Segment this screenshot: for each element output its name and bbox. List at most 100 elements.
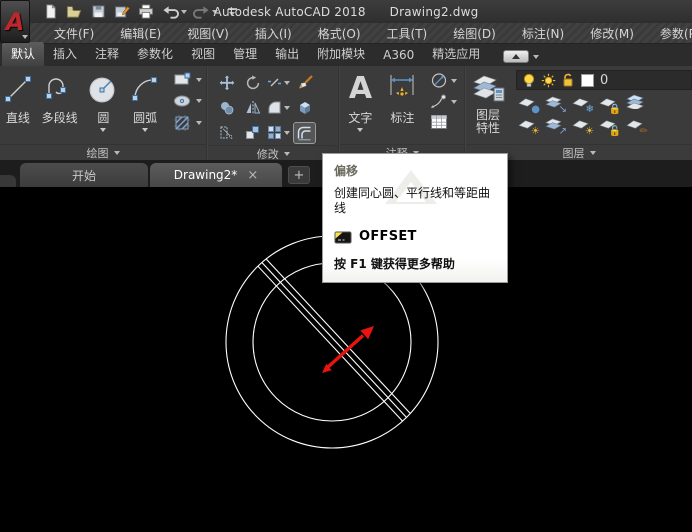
menu-edit[interactable]: 编辑(E) [114, 23, 167, 44]
dimension-icon [386, 71, 418, 107]
redo-button[interactable] [191, 2, 211, 22]
menu-insert[interactable]: 插入(I) [249, 23, 298, 44]
customize-qat-button[interactable] [222, 2, 242, 22]
tab-drawing2[interactable]: Drawing2* × [150, 163, 282, 187]
text-button[interactable]: A 文字 [340, 69, 380, 132]
mirror-button[interactable] [243, 98, 263, 117]
layer-lock-button[interactable]: 🔒 [599, 94, 621, 115]
trim-button[interactable] [265, 73, 292, 92]
rectangle-button[interactable] [171, 71, 204, 89]
layer-off-badge-icon: ● [531, 104, 541, 115]
undo-dropdown-icon[interactable] [181, 9, 187, 14]
ribbon-tab-featured-apps[interactable]: 精选应用 [423, 42, 489, 66]
modify-panel-label[interactable]: 修改 [207, 145, 339, 161]
arc-button[interactable]: 圆弧 [123, 69, 167, 132]
draw-panel-label[interactable]: 绘图 [0, 144, 206, 160]
move-button[interactable] [217, 73, 237, 93]
fillet-dropdown-icon[interactable] [284, 105, 291, 110]
trim-dropdown-icon[interactable] [284, 80, 291, 85]
plot-button[interactable] [136, 2, 156, 22]
undo-split-button[interactable] [160, 2, 187, 22]
layer-turn-on-button[interactable]: ☀ [518, 116, 540, 137]
layer-merge-button[interactable]: ✏ [626, 116, 648, 137]
layer-properties-button[interactable]: 图层 特性 [466, 69, 510, 134]
layer-freeze-button[interactable]: ❄ [572, 94, 594, 115]
leader-dropdown-icon[interactable] [451, 99, 458, 104]
layer-on-bulb-icon [523, 73, 535, 87]
circle-button[interactable]: 圆 [84, 69, 124, 132]
ribbon-tab-parametric[interactable]: 参数化 [128, 42, 182, 66]
rotate-button[interactable] [243, 73, 263, 93]
polyline-button[interactable]: 多段线 [36, 69, 84, 126]
stretch-button[interactable] [217, 123, 236, 142]
tab-start[interactable]: 开始 [20, 163, 148, 187]
ribbon-tab-home[interactable]: 默认 [2, 42, 45, 66]
array-dropdown-icon[interactable] [284, 130, 291, 135]
fillet-button[interactable] [265, 98, 292, 117]
table-button[interactable] [428, 113, 459, 131]
tab-overflow-stub[interactable] [0, 175, 16, 187]
layer-off-button[interactable]: ● [518, 94, 541, 115]
ribbon-tab-annotate[interactable]: 注释 [86, 42, 128, 66]
explode-button[interactable] [295, 98, 315, 118]
table-icon [431, 115, 448, 129]
redo-split-button[interactable] [191, 2, 218, 22]
menu-format[interactable]: 格式(O) [312, 23, 367, 44]
menu-parametric[interactable]: 参数(P) [654, 23, 692, 44]
save-button[interactable] [88, 2, 108, 22]
rectangle-dropdown-icon[interactable] [196, 78, 202, 82]
text-dropdown-icon[interactable] [357, 128, 364, 132]
new-file-button[interactable] [40, 2, 60, 22]
ribbon-tab-manage[interactable]: 管理 [224, 42, 266, 66]
layer-match-button[interactable]: ↗ [545, 116, 567, 137]
menu-draw[interactable]: 绘图(D) [447, 23, 502, 44]
hatch-dropdown-icon[interactable] [196, 121, 202, 125]
leader-button[interactable] [428, 93, 459, 110]
open-file-button[interactable] [64, 2, 84, 22]
dimension-button[interactable]: 标注 [380, 69, 424, 126]
ribbon-tab-view[interactable]: 视图 [182, 42, 224, 66]
diameter-dim-dropdown-icon[interactable] [451, 78, 458, 83]
tab-close-icon[interactable]: × [247, 169, 258, 182]
menu-dimension[interactable]: 标注(N) [516, 23, 570, 44]
new-drawing-plus-icon: + [293, 167, 305, 183]
dimension-button-label: 标注 [390, 111, 415, 125]
diameter-dim-button[interactable] [428, 71, 459, 90]
offset-button[interactable] [293, 121, 317, 144]
layer-unlock-button[interactable]: 🔓 [599, 116, 621, 137]
diameter-dim-icon [432, 73, 447, 88]
layer-isolate-button[interactable]: ↘ [545, 94, 567, 115]
undo-button[interactable] [160, 2, 180, 22]
document-title-text: Drawing2.dwg [389, 4, 479, 19]
ribbon-tab-a360[interactable]: A360 [374, 45, 423, 66]
save-as-button[interactable] [112, 2, 132, 22]
layer-thaw-button[interactable]: ☀ [572, 116, 595, 137]
draw-panel-expand-icon [113, 150, 120, 155]
redo-dropdown-icon[interactable] [212, 9, 218, 14]
ellipse-button[interactable] [171, 92, 204, 110]
hatch-button[interactable] [171, 113, 204, 133]
ribbon-collapse-dropdown-icon[interactable] [533, 54, 540, 59]
menu-view[interactable]: 视图(V) [181, 23, 235, 44]
line-button[interactable]: 直线 [0, 69, 36, 126]
copy-button[interactable] [217, 98, 237, 118]
layer-make-current-button[interactable] [626, 94, 646, 112]
ribbon-tab-insert[interactable]: 插入 [44, 42, 86, 66]
layer-thaw-badge-icon: ☀ [585, 126, 595, 137]
menu-tools[interactable]: 工具(T) [381, 23, 434, 44]
menu-file[interactable]: 文件(F) [48, 23, 100, 44]
layers-panel-expand-icon [589, 150, 596, 155]
match-properties-button[interactable] [295, 73, 315, 93]
ellipse-dropdown-icon[interactable] [196, 99, 202, 103]
array-button[interactable] [265, 123, 292, 142]
layer-select-combo[interactable]: 0 [516, 70, 692, 90]
menu-modify[interactable]: 修改(M) [584, 23, 640, 44]
ribbon-collapse-button[interactable] [503, 50, 530, 63]
circle-dropdown-icon[interactable] [100, 128, 107, 132]
application-menu-button[interactable]: A [0, 0, 30, 43]
arc-dropdown-icon[interactable] [142, 128, 149, 132]
ribbon-tab-output[interactable]: 输出 [266, 42, 308, 66]
new-drawing-button[interactable]: + [288, 166, 310, 184]
scale-button[interactable] [243, 123, 262, 142]
ribbon-tab-addins[interactable]: 附加模块 [308, 42, 374, 66]
